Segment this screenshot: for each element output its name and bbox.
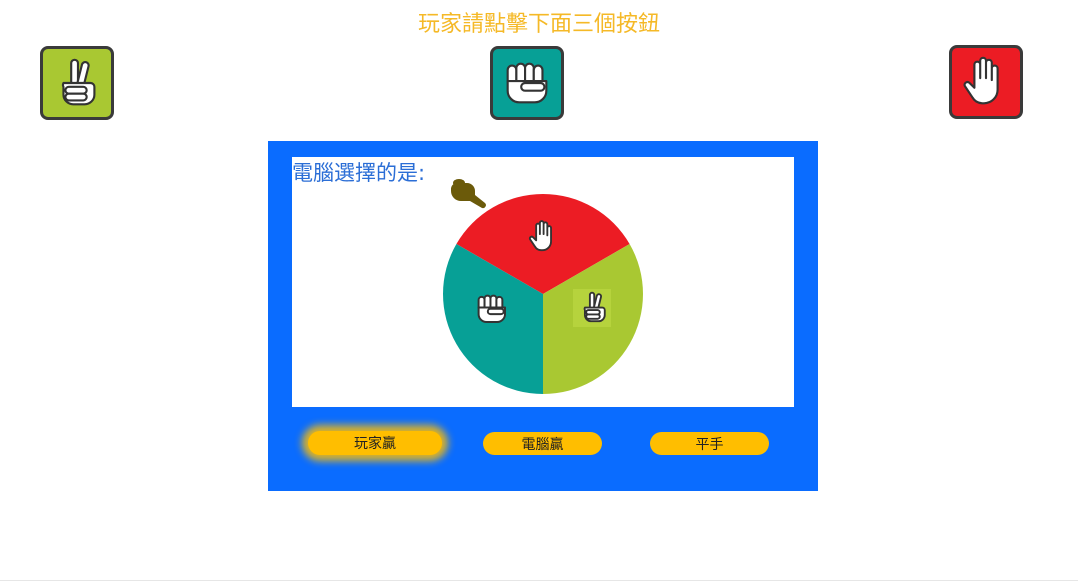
rock-choice-button[interactable] xyxy=(490,46,564,120)
instruction-text: 玩家請點擊下面三個按鈕 xyxy=(417,12,660,37)
paper-choice-button[interactable] xyxy=(949,45,1023,119)
computer-screen: 電腦選擇的是: xyxy=(292,157,794,407)
draw-button[interactable]: 平手 xyxy=(650,432,769,455)
game-stage: 玩家請點擊下面三個按鈕 電腦選擇的是: 玩家贏 電腦贏 平手 xyxy=(0,0,1078,582)
computer-win-button[interactable]: 電腦贏 xyxy=(483,432,602,455)
paper-hand-icon xyxy=(963,56,999,105)
player-win-button[interactable]: 玩家贏 xyxy=(308,431,442,455)
rock-fist-icon xyxy=(477,294,506,323)
choice-wheel xyxy=(443,194,643,394)
rock-fist-icon xyxy=(506,62,548,104)
scissors-choice-button[interactable] xyxy=(40,46,114,120)
computer-choice-label: 電腦選擇的是: xyxy=(292,161,426,185)
pointing-hand-icon xyxy=(451,179,486,209)
computer-panel: 電腦選擇的是: 玩家贏 電腦贏 平手 xyxy=(268,141,818,491)
scissors-hand-icon xyxy=(61,58,96,106)
bottom-divider xyxy=(0,580,1078,581)
